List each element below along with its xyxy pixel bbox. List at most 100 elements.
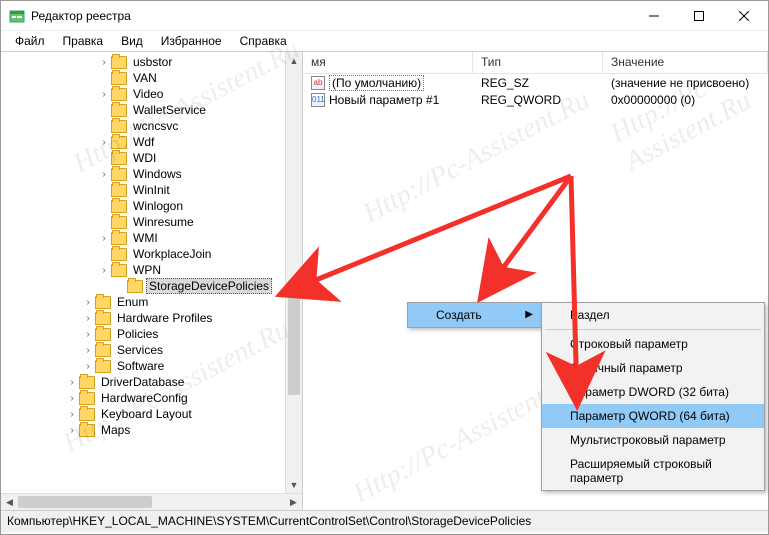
expander-icon[interactable]: › <box>81 345 95 356</box>
tree-item[interactable]: › Maps <box>1 422 302 438</box>
expander-icon[interactable]: › <box>65 409 79 420</box>
tree-item[interactable]: › DriverDatabase <box>1 374 302 390</box>
value-type: REG_SZ <box>473 76 603 90</box>
expander-icon[interactable]: › <box>81 361 95 372</box>
tree-item[interactable]: › Policies <box>1 326 302 342</box>
list-row[interactable]: ab(По умолчанию)REG_SZ(значение не присв… <box>303 74 768 91</box>
maximize-button[interactable] <box>676 1 721 30</box>
submenu-item-multi[interactable]: Мультистроковый параметр <box>542 428 764 452</box>
tree-item-label[interactable]: Wdf <box>130 135 157 149</box>
column-type[interactable]: Тип <box>473 52 603 73</box>
tree-item-label[interactable]: WalletService <box>130 103 209 117</box>
tree-item[interactable]: › Keyboard Layout <box>1 406 302 422</box>
tree-item[interactable]: › Software <box>1 358 302 374</box>
scroll-down-icon[interactable]: ▼ <box>286 476 302 493</box>
tree-item[interactable]: › Wdf <box>1 134 302 150</box>
tree-item[interactable]: Winlogon <box>1 198 302 214</box>
tree-horizontal-scrollbar[interactable]: ◀ ▶ <box>1 493 302 510</box>
tree-item-label[interactable]: WMI <box>130 231 161 245</box>
submenu-label: Расширяемый строковый параметр <box>570 457 712 485</box>
tree-item-label[interactable]: WinInit <box>130 183 173 197</box>
menu-file[interactable]: Файл <box>7 32 53 50</box>
tree-item[interactable]: wcncsvc <box>1 118 302 134</box>
tree-item[interactable]: › Video <box>1 86 302 102</box>
expander-icon[interactable]: › <box>97 169 111 180</box>
context-item-create[interactable]: Создать ▶ <box>408 303 541 327</box>
tree-vertical-scrollbar[interactable]: ▲ ▼ <box>285 52 302 493</box>
minimize-button[interactable] <box>631 1 676 30</box>
scroll-up-icon[interactable]: ▲ <box>286 52 302 69</box>
expander-icon[interactable]: › <box>65 425 79 436</box>
tree-item[interactable]: WalletService <box>1 102 302 118</box>
tree-item-label[interactable]: Enum <box>114 295 151 309</box>
menu-help[interactable]: Справка <box>232 32 295 50</box>
tree-item[interactable]: › HardwareConfig <box>1 390 302 406</box>
folder-icon <box>95 344 111 357</box>
tree-item[interactable]: › Services <box>1 342 302 358</box>
tree-item-label[interactable]: Maps <box>98 423 133 437</box>
tree-item[interactable]: › WPN <box>1 262 302 278</box>
expander-icon[interactable]: › <box>81 329 95 340</box>
submenu-item-expand[interactable]: Расширяемый строковый параметр <box>542 452 764 490</box>
submenu-item-key[interactable]: Раздел <box>542 303 764 327</box>
tree-item[interactable]: WinInit <box>1 182 302 198</box>
column-name[interactable]: мя <box>303 52 473 73</box>
expander-icon[interactable]: › <box>97 89 111 100</box>
scroll-thumb[interactable] <box>18 496 152 508</box>
tree-item[interactable]: › Enum <box>1 294 302 310</box>
tree-item[interactable]: › usbstor <box>1 54 302 70</box>
tree-item-label[interactable]: Video <box>130 87 166 101</box>
tree-item-label[interactable]: Keyboard Layout <box>98 407 195 421</box>
submenu-item-dword[interactable]: Параметр DWORD (32 бита) <box>542 380 764 404</box>
tree-item[interactable]: Winresume <box>1 214 302 230</box>
expander-icon[interactable]: › <box>97 57 111 68</box>
tree-item-label[interactable]: Hardware Profiles <box>114 311 215 325</box>
tree-item[interactable]: StorageDevicePolicies <box>1 278 302 294</box>
menu-view[interactable]: Вид <box>113 32 151 50</box>
submenu-item-binary[interactable]: Двоичный параметр <box>542 356 764 380</box>
expander-icon[interactable]: › <box>65 377 79 388</box>
expander-icon[interactable]: › <box>97 265 111 276</box>
tree-item-label[interactable]: Windows <box>130 167 185 181</box>
expander-icon[interactable]: › <box>97 137 111 148</box>
expander-icon[interactable]: › <box>65 393 79 404</box>
expander-icon[interactable]: › <box>97 233 111 244</box>
tree-item-label[interactable]: WPN <box>130 263 164 277</box>
separator <box>545 329 761 330</box>
menu-favorites[interactable]: Избранное <box>153 32 230 50</box>
tree-item-label[interactable]: WDI <box>130 151 159 165</box>
list-row[interactable]: 011Новый параметр #1REG_QWORD0x00000000 … <box>303 91 768 108</box>
tree-view[interactable]: › usbstor VAN › Video WalletService wcncsvc › Wd… <box>1 52 302 493</box>
submenu-item-string[interactable]: Строковый параметр <box>542 332 764 356</box>
tree-item-label[interactable]: usbstor <box>130 55 175 69</box>
tree-item-label[interactable]: VAN <box>130 71 160 85</box>
folder-icon <box>95 328 111 341</box>
tree-item-label[interactable]: DriverDatabase <box>98 375 187 389</box>
tree-item[interactable]: VAN <box>1 70 302 86</box>
folder-icon <box>111 232 127 245</box>
context-item-label: Создать <box>436 308 482 322</box>
menu-edit[interactable]: Правка <box>55 32 112 50</box>
column-value[interactable]: Значение <box>603 52 768 73</box>
scroll-right-icon[interactable]: ▶ <box>285 494 302 510</box>
tree-item[interactable]: WorkplaceJoin <box>1 246 302 262</box>
scroll-left-icon[interactable]: ◀ <box>1 494 18 510</box>
tree-item[interactable]: › WMI <box>1 230 302 246</box>
tree-item-label[interactable]: Policies <box>114 327 161 341</box>
scroll-thumb[interactable] <box>288 293 300 395</box>
expander-icon[interactable]: › <box>81 313 95 324</box>
tree-item-label[interactable]: Software <box>114 359 167 373</box>
tree-item[interactable]: WDI <box>1 150 302 166</box>
tree-item-label[interactable]: Winlogon <box>130 199 186 213</box>
tree-item[interactable]: › Hardware Profiles <box>1 310 302 326</box>
expander-icon[interactable]: › <box>81 297 95 308</box>
submenu-item-qword[interactable]: Параметр QWORD (64 бита) <box>542 404 764 428</box>
tree-item-label[interactable]: HardwareConfig <box>98 391 191 405</box>
tree-item-label[interactable]: WorkplaceJoin <box>130 247 214 261</box>
tree-item-label[interactable]: Winresume <box>130 215 197 229</box>
tree-item[interactable]: › Windows <box>1 166 302 182</box>
tree-item-label[interactable]: wcncsvc <box>130 119 181 133</box>
tree-item-label[interactable]: StorageDevicePolicies <box>146 278 272 294</box>
close-button[interactable] <box>721 1 766 30</box>
tree-item-label[interactable]: Services <box>114 343 166 357</box>
